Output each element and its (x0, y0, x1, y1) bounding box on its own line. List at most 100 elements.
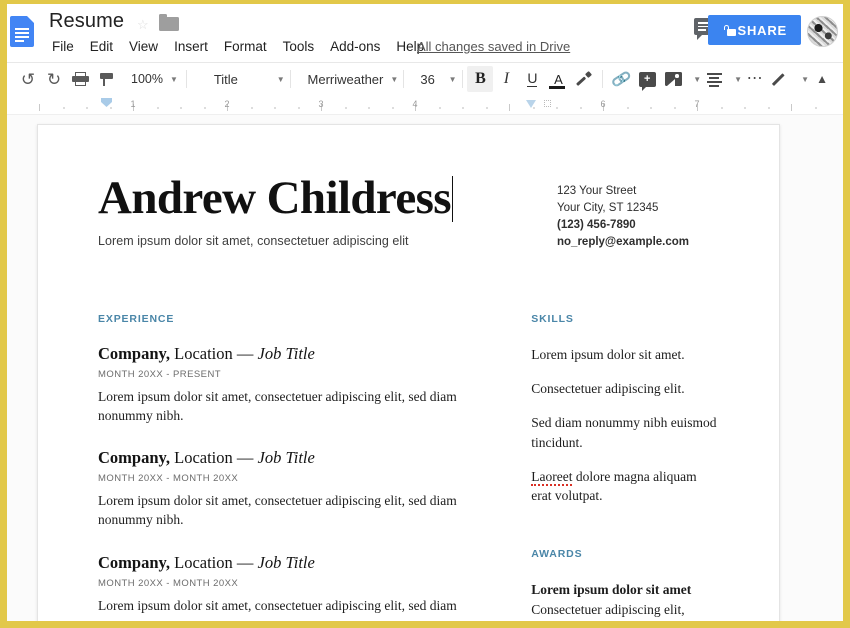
window-frame-right (843, 0, 850, 628)
menu-item-file[interactable]: File (49, 37, 82, 56)
resume-name-block: Andrew Childress Lorem ipsum dolor sit a… (98, 174, 518, 248)
insert-link-icon[interactable]: 🔗 (608, 66, 634, 92)
chevron-down-icon: ▼ (390, 74, 399, 84)
add-comment-icon[interactable]: + (634, 66, 660, 92)
avatar[interactable] (807, 16, 838, 47)
save-status-text[interactable]: All changes saved in Drive (417, 39, 570, 54)
experience-job-title: Job Title (257, 552, 315, 572)
ruler-number: 2 (224, 99, 230, 109)
redo-icon[interactable]: ↻ (41, 66, 67, 92)
skill-item[interactable]: Consectetuer adipiscing elit. (531, 379, 719, 398)
paint-format-icon[interactable] (93, 66, 119, 92)
tab-stop-marker[interactable] (544, 100, 551, 107)
align-left-icon[interactable] (701, 66, 727, 92)
contact-city-state-zip: Your City, ST 12345 (557, 202, 659, 215)
menu-bar: File Edit View Insert Format Tools Add-o… (49, 37, 432, 56)
move-to-folder-icon[interactable] (159, 14, 179, 31)
window-frame-top (0, 0, 850, 4)
ruler-tick-minor (650, 107, 652, 109)
ruler-tick-minor (391, 107, 394, 109)
ruler-tick-minor (86, 107, 88, 109)
menu-item-view[interactable]: View (121, 37, 166, 56)
print-icon[interactable] (67, 66, 93, 92)
menu-item-addons[interactable]: Add-ons (322, 37, 388, 56)
highlight-color-icon[interactable] (571, 66, 597, 92)
chevron-down-icon[interactable]: ▼ (734, 75, 742, 84)
zoom-selector[interactable]: 100% ▼ (119, 72, 181, 86)
experience-location: Location (169, 448, 237, 468)
app-header: Resume ☆ File Edit View Insert Format To… (7, 4, 843, 62)
skill-item[interactable]: Laoreet dolore magna aliquam erat volutp… (531, 467, 719, 505)
ruler[interactable]: 1 2 3 4 6 7 (7, 95, 843, 115)
menu-item-edit[interactable]: Edit (82, 37, 121, 56)
misspelled-word[interactable]: Laoreet (531, 468, 573, 486)
ruler-tick-minor (767, 107, 770, 109)
awards-entry[interactable]: Lorem ipsum dolor sit amet Consectetuer … (531, 580, 719, 621)
contact-info-block[interactable]: 123 Your Street Your City, ST 12345 (123… (557, 175, 689, 251)
menu-item-format[interactable]: Format (216, 37, 275, 56)
document-title[interactable]: Resume (49, 10, 124, 33)
resume-tagline[interactable]: Lorem ipsum dolor sit amet, consectetuer… (98, 234, 518, 248)
ruler-tick-minor (485, 107, 488, 109)
editing-mode-pencil-icon[interactable] (768, 66, 794, 92)
chevron-down-icon[interactable]: ▼ (693, 75, 701, 84)
experience-column: EXPERIENCE Company, Location — Job Title… (98, 313, 492, 621)
lock-icon (722, 24, 736, 36)
contact-street: 123 Your Street (557, 185, 637, 197)
font-family-selector[interactable]: Merriweather ▼ (296, 72, 399, 87)
ruler-tick-minor (344, 107, 347, 109)
skills-awards-column: SKILLS Lorem ipsum dolor sit amet. Conse… (531, 313, 719, 621)
ruler-tick-minor (579, 107, 582, 109)
paragraph-style-selector[interactable]: Title ▼ (192, 72, 285, 87)
ruler-tick (791, 104, 792, 111)
experience-dash: — (236, 552, 258, 572)
ruler-tick (39, 104, 40, 111)
experience-entry[interactable]: Company, Location — Job Title MONTH 20XX… (98, 552, 492, 615)
zoom-value: 100% (131, 72, 163, 86)
window-frame-bottom (0, 621, 850, 628)
chevron-down-icon: ▼ (448, 74, 457, 84)
document-canvas[interactable]: Andrew Childress Lorem ipsum dolor sit a… (7, 115, 843, 621)
bold-button[interactable]: B (467, 66, 494, 92)
toolbar-divider (602, 70, 604, 88)
ruler-tick-minor (180, 107, 182, 109)
formatting-toolbar: ↺ ↻ 100% ▼ Title ▼ Merriweather ▼ 36 ▼ B (7, 62, 843, 95)
toolbar-divider (289, 70, 291, 88)
ruler-tick-minor (438, 107, 441, 109)
ruler-tick-minor (673, 107, 676, 109)
ruler-number: 1 (130, 99, 136, 109)
text-color-label: A (554, 71, 563, 87)
underline-button[interactable]: U (519, 66, 545, 92)
ruler-tick-minor (156, 107, 159, 109)
experience-dash: — (236, 344, 258, 364)
experience-company: Company, (98, 552, 170, 572)
experience-entry[interactable]: Company, Location — Job Title MONTH 20XX… (98, 344, 492, 425)
insert-image-icon[interactable] (660, 66, 686, 92)
experience-description: Lorem ipsum dolor sit amet, consectetuer… (98, 493, 457, 528)
ruler-number: 4 (412, 99, 418, 109)
experience-location: Location (169, 344, 237, 364)
star-outline-icon[interactable]: ☆ (137, 17, 149, 33)
menu-item-insert[interactable]: Insert (166, 37, 216, 56)
contact-phone: (123) 456-7890 (557, 219, 636, 232)
more-options-icon[interactable]: ⋯ (742, 66, 768, 92)
hide-menus-chevron-up-icon[interactable]: ▲ (809, 66, 835, 92)
text-color-button[interactable]: A (545, 66, 571, 92)
skill-item[interactable]: Sed diam nonummy nibh euismod tincidunt. (531, 413, 719, 451)
resume-name[interactable]: Andrew Childress (98, 174, 518, 223)
font-size-selector[interactable]: 36 ▼ (408, 72, 456, 87)
ruler-tick-minor (297, 107, 300, 109)
google-docs-logo-icon[interactable] (10, 16, 36, 49)
menu-item-tools[interactable]: Tools (275, 37, 323, 56)
document-page[interactable]: Andrew Childress Lorem ipsum dolor sit a… (37, 124, 780, 621)
text-color-swatch (549, 86, 566, 89)
experience-entry[interactable]: Company, Location — Job Title MONTH 20XX… (98, 448, 492, 529)
ruler-number: 7 (694, 99, 700, 109)
italic-button[interactable]: I (493, 66, 519, 92)
undo-icon[interactable]: ↺ (15, 66, 41, 92)
share-button[interactable]: SHARE (708, 15, 801, 45)
chevron-down-icon[interactable]: ▼ (801, 75, 809, 84)
column-spacer (531, 520, 719, 548)
experience-title-line: Company, Location — Job Title (98, 448, 492, 468)
skill-item[interactable]: Lorem ipsum dolor sit amet. (531, 345, 719, 364)
